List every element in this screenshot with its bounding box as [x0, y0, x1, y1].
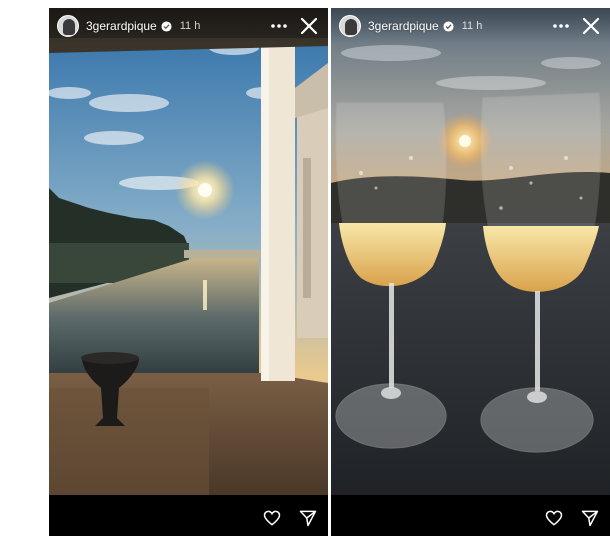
close-icon[interactable] — [300, 17, 318, 35]
story-photo-wine-glasses — [331, 8, 610, 495]
story-footer — [49, 495, 328, 536]
username[interactable]: 3gerardpique — [368, 19, 439, 33]
story-panel-left[interactable]: 3gerardpique 11 h — [49, 8, 328, 536]
username[interactable]: 3gerardpique — [86, 19, 157, 33]
send-icon[interactable] — [298, 508, 318, 528]
heart-icon[interactable] — [544, 508, 564, 528]
close-icon[interactable] — [582, 17, 600, 35]
story-header: 3gerardpique 11 h — [331, 8, 610, 44]
story-footer — [331, 495, 610, 536]
send-icon[interactable] — [580, 508, 600, 528]
more-icon[interactable] — [270, 17, 288, 35]
profile-avatar[interactable] — [57, 15, 79, 37]
story-panel-right[interactable]: 3gerardpique 11 h — [331, 8, 610, 536]
verified-badge-icon — [443, 20, 454, 32]
profile-avatar[interactable] — [339, 15, 361, 37]
post-time: 11 h — [461, 20, 483, 32]
heart-icon[interactable] — [262, 508, 282, 528]
story-header: 3gerardpique 11 h — [49, 8, 328, 44]
more-icon[interactable] — [552, 17, 570, 35]
verified-badge-icon — [161, 20, 172, 32]
post-time: 11 h — [179, 20, 201, 32]
story-photo-pool-sunset — [49, 8, 328, 495]
